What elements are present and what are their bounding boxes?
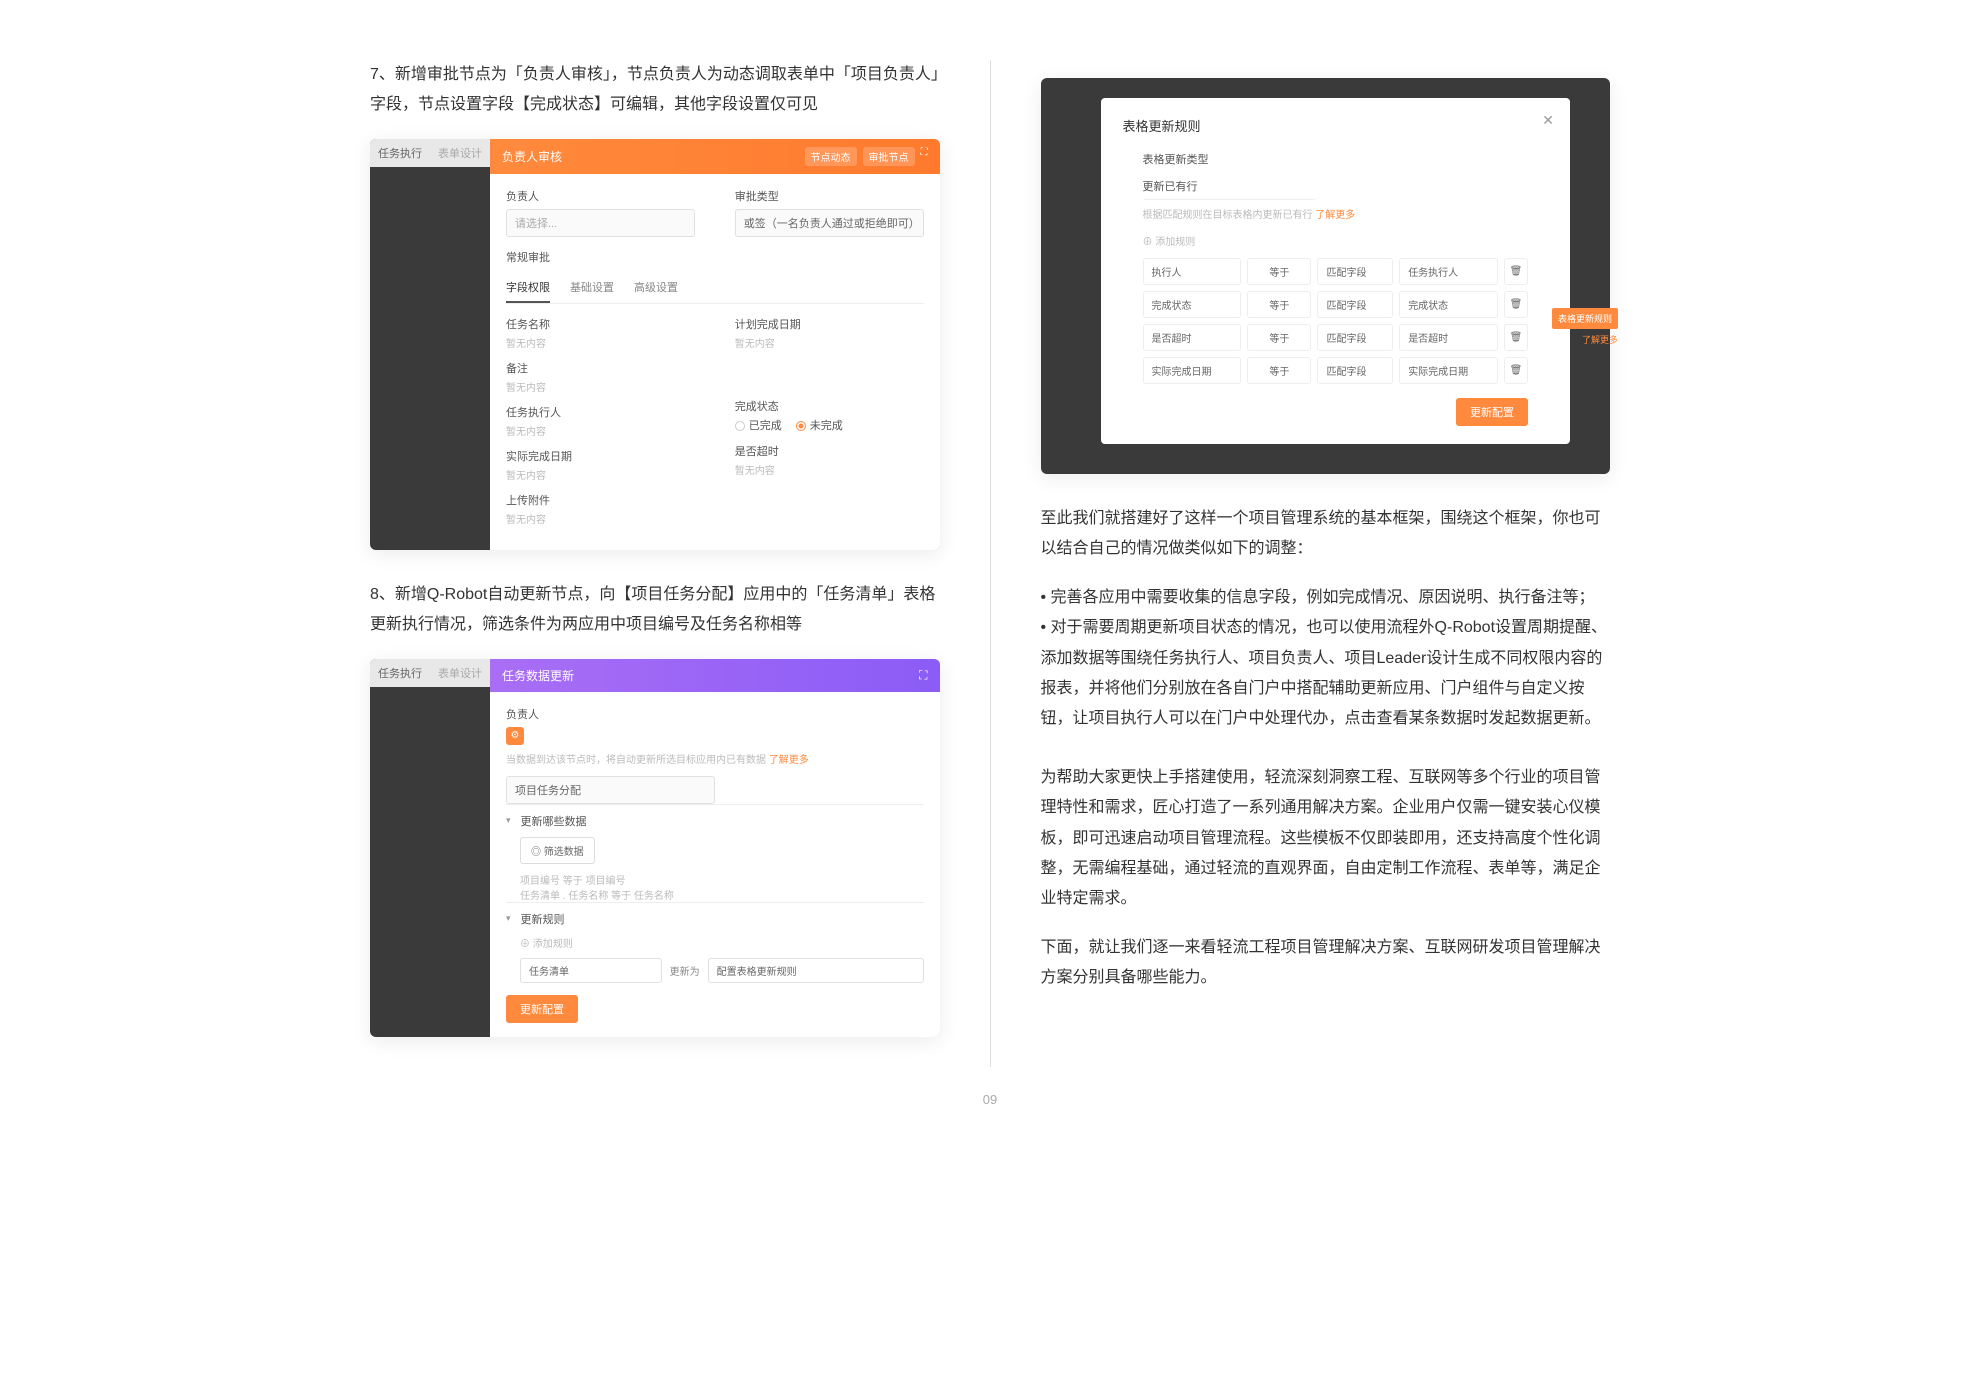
field-label: 任务名称 — [506, 316, 695, 332]
confirm-button[interactable]: 更新配置 — [1456, 398, 1528, 426]
trash-icon[interactable]: 🗑 — [1504, 258, 1528, 285]
field-label: 计划完成日期 — [735, 316, 924, 332]
paragraph: 至此我们就搭建好了这样一个项目管理系统的基本框架，围绕这个框架，你也可以结合自己… — [1041, 504, 1611, 565]
field-label: 任务执行人 — [506, 404, 695, 420]
radio-done[interactable] — [735, 421, 745, 431]
modal-title: 表格更新规则 — [1123, 116, 1549, 135]
rule-field[interactable]: 是否超时 — [1143, 324, 1242, 351]
submit-config-button[interactable]: 更新配置 — [506, 995, 578, 1023]
screenshot-approval-node: 任务执行 表单设计 负责人审核 节点动态 审批节点 ⛶ 负责人 — [370, 139, 940, 550]
rule-field-select[interactable]: 任务清单 — [520, 958, 662, 983]
trash-icon[interactable]: 🗑 — [1504, 357, 1528, 384]
rule-row: 实际完成日期 等于 匹配字段 实际完成日期 🗑 — [1143, 357, 1529, 384]
section-update-rules[interactable]: 更新规则 — [506, 902, 924, 935]
update-type-select[interactable]: 更新已有行 — [1143, 173, 1316, 200]
rule-op: 等于 — [1247, 291, 1311, 318]
screenshot-qrobot-update: 任务执行 表单设计 任务数据更新 ⛶ 负责人 ⚙ 当数据到达该节点时，将自动更新… — [370, 659, 940, 1037]
modal-help: 根据匹配规则在目标表格内更新已有行 了解更多 — [1143, 206, 1529, 221]
hint-text: 当数据到达该节点时，将自动更新所选目标应用内已有数据 了解更多 — [506, 751, 924, 766]
rule-match[interactable]: 匹配字段 — [1317, 357, 1393, 384]
rule-field[interactable]: 完成状态 — [1143, 291, 1242, 318]
panel-header: 负责人审核 节点动态 审批节点 ⛶ — [490, 139, 940, 174]
learn-more-link[interactable]: 了解更多 — [1315, 210, 1355, 221]
target-app-select[interactable]: 项目任务分配 — [506, 776, 715, 804]
rule-target[interactable]: 是否超时 — [1399, 324, 1498, 351]
section-update-data[interactable]: 更新哪些数据 — [506, 804, 924, 837]
column-divider — [990, 60, 991, 1067]
tab-field-perm[interactable]: 字段权限 — [506, 273, 550, 303]
owner-select[interactable]: 请选择... — [506, 209, 695, 237]
field-label: 是否超时 — [735, 443, 924, 459]
tabs: 字段权限 基础设置 高级设置 — [506, 273, 924, 304]
add-rule-link[interactable]: ⊕ 添加规则 — [520, 935, 924, 950]
rule-op: 等于 — [1247, 258, 1311, 285]
shot-left-tab: 任务执行 表单设计 — [370, 659, 490, 687]
filter-row: 项目编号 等于 项目编号 — [520, 872, 924, 887]
learn-more-link[interactable]: 了解更多 — [769, 755, 809, 766]
rule-op: 等于 — [1247, 357, 1311, 384]
filter-data-button[interactable]: ◎ 筛选数据 — [520, 837, 595, 864]
rule-row: 是否超时 等于 匹配字段 是否超时 🗑 — [1143, 324, 1529, 351]
rule-target[interactable]: 任务执行人 — [1399, 258, 1498, 285]
field-label: 备注 — [506, 360, 695, 376]
field-label: 上传附件 — [506, 492, 695, 508]
approval-type-select[interactable]: 或签（一名负责人通过或拒绝即可） — [735, 209, 924, 237]
screenshot-table-update-rule: 表格更新规则 ✕ 表格更新类型 更新已有行 根据匹配规则在目标表格内更新已有行 … — [1041, 78, 1611, 474]
bullet-item: • 完善各应用中需要收集的信息字段，例如完成情况、原因说明、执行备注等； — [1041, 583, 1611, 613]
field-label: 完成状态 — [735, 398, 924, 414]
rule-target[interactable]: 实际完成日期 — [1399, 357, 1498, 384]
radio-undone[interactable] — [796, 421, 806, 431]
paragraph: 为帮助大家更快上手搭建使用，轻流深刻洞察工程、互联网等多个行业的项目管理特性和需… — [1041, 763, 1611, 915]
panel-title: 任务数据更新 — [502, 667, 574, 684]
side-tag: 表格更新规则 — [1552, 308, 1618, 329]
owner-label: 负责人 — [506, 706, 924, 722]
rule-field[interactable]: 实际完成日期 — [1143, 357, 1242, 384]
paragraph-7: 7、新增审批节点为「负责人审核」，节点负责人为动态调取表单中「项目负责人」字段，… — [370, 60, 940, 121]
expand-icon[interactable]: ⛶ — [921, 147, 928, 166]
panel-title: 负责人审核 — [502, 148, 562, 165]
paragraph: 下面，就让我们逐一来看轻流工程项目管理解决方案、互联网研发项目管理解决方案分别具… — [1041, 933, 1611, 994]
normal-approval-label: 常规审批 — [506, 249, 924, 265]
paragraph-8: 8、新增Q-Robot自动更新节点，向【项目任务分配】应用中的「任务清单」表格更… — [370, 580, 940, 641]
field-label: 实际完成日期 — [506, 448, 695, 464]
badge: 节点动态 — [805, 147, 857, 166]
trash-icon[interactable]: 🗑 — [1504, 324, 1528, 351]
rule-row: 执行人 等于 匹配字段 任务执行人 🗑 — [1143, 258, 1529, 285]
rule-op: 等于 — [1247, 324, 1311, 351]
panel-header: 任务数据更新 ⛶ — [490, 659, 940, 692]
tab-basic[interactable]: 基础设置 — [570, 273, 614, 303]
page-number: 09 — [983, 1092, 997, 1107]
bullet-item: • 对于需要周期更新项目状态的情况，也可以使用流程外Q-Robot设置周期提醒、… — [1041, 613, 1611, 735]
add-rule-link[interactable]: ⊕ 添加规则 — [1143, 233, 1529, 248]
approval-type-label: 审批类型 — [735, 188, 924, 204]
rule-config-select[interactable]: 配置表格更新规则 — [708, 958, 924, 983]
rule-action-label: 更新为 — [670, 963, 700, 978]
shot-left-tab: 任务执行 表单设计 — [370, 139, 490, 167]
rule-row: 完成状态 等于 匹配字段 完成状态 🗑 — [1143, 291, 1529, 318]
close-icon[interactable]: ✕ — [1542, 112, 1554, 129]
robot-icon: ⚙ — [506, 727, 524, 745]
side-subtext: 了解更多 — [1582, 333, 1618, 346]
rule-match[interactable]: 匹配字段 — [1317, 291, 1393, 318]
tab-advanced[interactable]: 高级设置 — [634, 273, 678, 303]
rule-match[interactable]: 匹配字段 — [1317, 324, 1393, 351]
update-type-label: 表格更新类型 — [1143, 151, 1529, 167]
trash-icon[interactable]: 🗑 — [1504, 291, 1528, 318]
expand-icon[interactable]: ⛶ — [919, 668, 927, 683]
rule-field[interactable]: 执行人 — [1143, 258, 1242, 285]
badge: 审批节点 — [863, 147, 915, 166]
owner-label: 负责人 — [506, 188, 695, 204]
rule-target[interactable]: 完成状态 — [1399, 291, 1498, 318]
filter-row: 任务清单 . 任务名称 等于 任务名称 — [520, 887, 924, 902]
rule-match[interactable]: 匹配字段 — [1317, 258, 1393, 285]
